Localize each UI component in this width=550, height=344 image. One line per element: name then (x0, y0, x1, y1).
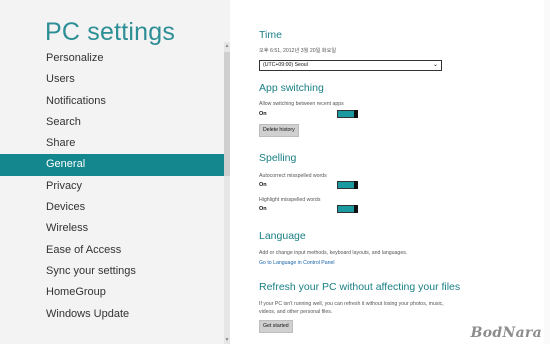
app-switching-heading: App switching (259, 82, 324, 94)
nav-item-wireless[interactable]: Wireless (0, 218, 224, 239)
nav-pane: PC settings Personalize Users Notificati… (0, 0, 230, 344)
app-switching-state: On (259, 111, 267, 117)
toggle-knob (354, 205, 358, 213)
refresh-heading: Refresh your PC without affecting your f… (259, 281, 461, 293)
delete-history-button[interactable]: Delete history (259, 124, 299, 137)
nav-item-homegroup[interactable]: HomeGroup (0, 282, 224, 303)
app-switching-toggle[interactable] (337, 110, 358, 118)
language-desc: Add or change input methods, keyboard la… (259, 250, 408, 256)
nav-item-privacy[interactable]: Privacy (0, 176, 224, 197)
refresh-desc-line1: If your PC isn't running well, you can r… (259, 301, 444, 307)
content-scrollbar[interactable] (544, 0, 550, 344)
nav-item-devices[interactable]: Devices (0, 197, 224, 218)
toggle-knob (354, 110, 358, 118)
spelling-heading: Spelling (259, 152, 297, 164)
autocorrect-toggle[interactable] (337, 181, 358, 189)
nav-item-sync-settings[interactable]: Sync your settings (0, 261, 224, 282)
nav-scroll-thumb[interactable] (224, 52, 230, 176)
page-title: PC settings (45, 18, 176, 46)
nav-scrollbar[interactable]: ▲ ▼ (224, 42, 230, 344)
nav-item-personalize[interactable]: Personalize (0, 48, 224, 69)
timezone-select[interactable]: (UTC+09:00) Seoul ⌄ (259, 60, 442, 71)
scroll-up-icon[interactable]: ▲ (224, 42, 230, 50)
toggle-knob (354, 181, 358, 189)
nav-item-ease-of-access[interactable]: Ease of Access (0, 240, 224, 261)
language-control-panel-link[interactable]: Go to Language in Control Panel (259, 260, 335, 266)
current-time: 오후 6:51, 2012년 3월 20일 화요일 (259, 48, 337, 54)
nav-item-users[interactable]: Users (0, 69, 224, 90)
nav-item-notifications[interactable]: Notifications (0, 91, 224, 112)
get-started-button[interactable]: Get started (259, 320, 293, 333)
nav-item-windows-update[interactable]: Windows Update (0, 304, 224, 325)
autocorrect-label: Autocorrect misspelled words (259, 173, 327, 179)
nav-item-general[interactable]: General (0, 154, 224, 176)
highlight-label: Highlight misspelled words (259, 197, 321, 203)
watermark-logo: BodNara (470, 325, 542, 341)
scroll-down-icon[interactable]: ▼ (224, 336, 230, 344)
autocorrect-state: On (259, 182, 267, 188)
nav-list: Personalize Users Notifications Search S… (0, 48, 224, 325)
language-heading: Language (259, 230, 306, 242)
nav-item-share[interactable]: Share (0, 133, 224, 154)
refresh-desc-line2: videos, and other personal files. (259, 309, 333, 315)
timezone-value: (UTC+09:00) Seoul (263, 62, 308, 68)
highlight-state: On (259, 206, 267, 212)
time-heading: Time (259, 29, 282, 41)
highlight-toggle[interactable] (337, 205, 358, 213)
app-switching-label: Allow switching between recent apps (259, 101, 344, 107)
nav-item-search[interactable]: Search (0, 112, 224, 133)
chevron-down-icon: ⌄ (432, 62, 438, 68)
